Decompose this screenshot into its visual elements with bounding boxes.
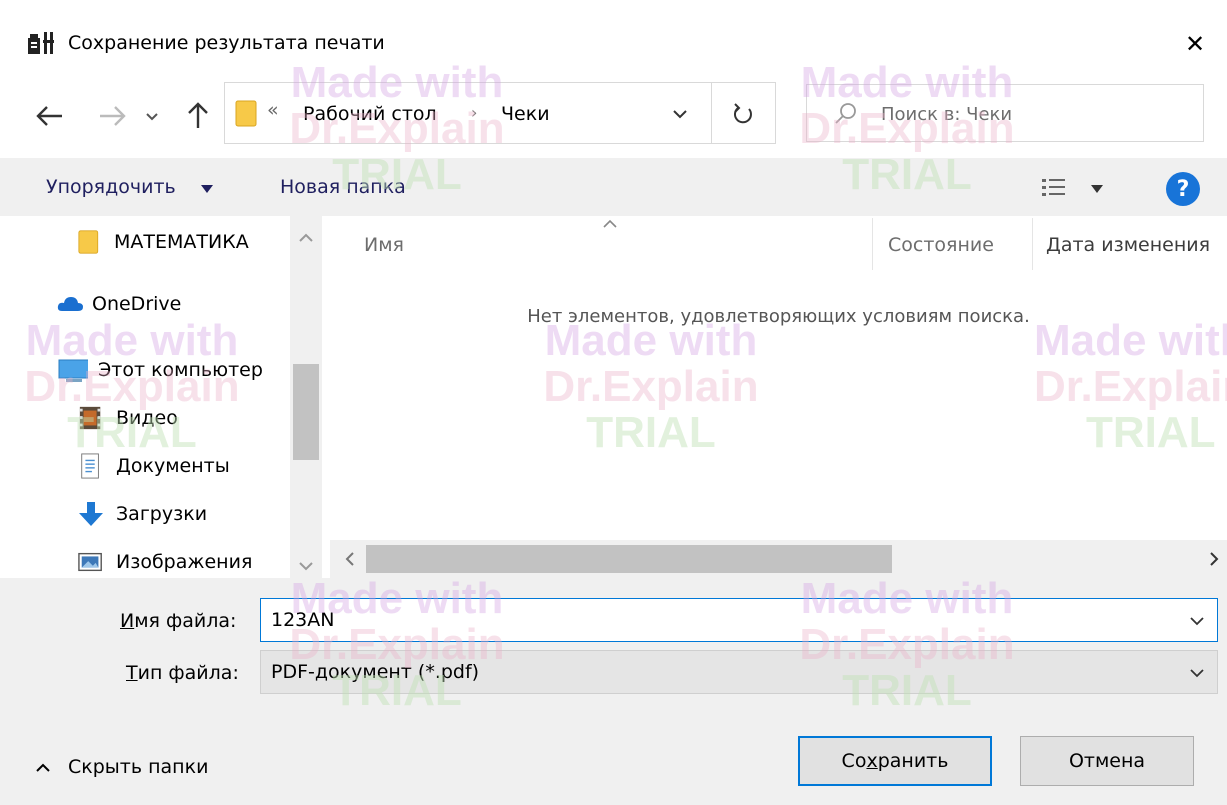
column-divider[interactable]: [1032, 218, 1033, 270]
window-title: Сохранение результата печати: [68, 32, 385, 54]
column-header-date-modified[interactable]: Дата изменения: [1046, 236, 1210, 255]
chevron-down-icon[interactable]: [1187, 611, 1207, 631]
chevron-down-icon[interactable]: [1187, 663, 1207, 683]
cancel-button[interactable]: Отмена: [1020, 736, 1194, 786]
print-tools-icon: [28, 32, 54, 54]
save-label-pre: Со: [841, 750, 867, 772]
chevron-down-icon: [146, 113, 158, 121]
up-button[interactable]: [178, 96, 218, 136]
horizontal-scrollbar-thumb[interactable]: [366, 545, 892, 573]
breadcrumb-separator[interactable]: ›: [471, 103, 477, 122]
help-icon[interactable]: ?: [1166, 172, 1200, 206]
refresh-button[interactable]: [725, 97, 761, 131]
save-label-accesskey: х: [866, 750, 878, 772]
nav-item-onedrive[interactable]: OneDrive: [56, 290, 181, 318]
nav-item-documents[interactable]: Документы: [78, 452, 230, 480]
nav-item-matematika[interactable]: МАТЕМАТИКА: [78, 228, 249, 256]
arrow-right-icon: [100, 106, 126, 126]
close-button[interactable]: ✕: [1170, 22, 1220, 66]
address-bar[interactable]: « Рабочий стол › Чеки: [224, 82, 776, 144]
folder-icon: [78, 230, 99, 254]
save-button[interactable]: Со х ранить: [798, 736, 992, 786]
search-box[interactable]: [806, 84, 1204, 142]
forward-button[interactable]: [92, 96, 132, 136]
nav-item-label: Документы: [116, 455, 230, 477]
folder-icon: [235, 100, 257, 127]
chevron-down-icon: [673, 110, 687, 119]
save-label-post: ранить: [877, 750, 949, 772]
video-icon: [79, 406, 101, 430]
filename-label-accesskey: И: [120, 610, 135, 632]
documents-icon: [81, 453, 99, 479]
arrow-left-icon: [36, 106, 62, 126]
address-divider: [711, 83, 712, 143]
column-header-name[interactable]: Имя: [364, 236, 404, 255]
filename-combobox[interactable]: [260, 598, 1218, 642]
hide-folders-button[interactable]: Скрыть папки: [34, 756, 208, 778]
arrow-up-icon: [188, 102, 208, 128]
breadcrumb-cheki[interactable]: Чеки: [501, 103, 550, 125]
caret-down-icon: [201, 185, 213, 193]
download-icon: [79, 502, 103, 526]
organize-button[interactable]: Упорядочить: [46, 178, 176, 197]
scroll-left-icon[interactable]: [340, 548, 360, 570]
navigation-scrollbar-thumb[interactable]: [293, 364, 319, 460]
nav-item-label: МАТЕМАТИКА: [114, 231, 249, 253]
hide-folders-label: Скрыть папки: [68, 756, 209, 778]
filetype-select[interactable]: PDF-документ (*.pdf): [260, 650, 1218, 694]
filename-input[interactable]: [271, 607, 1151, 633]
sort-ascending-icon: [603, 219, 617, 228]
images-icon: [78, 552, 102, 572]
scroll-up-icon[interactable]: [294, 228, 318, 248]
close-icon: ✕: [1184, 30, 1206, 58]
refresh-icon: [733, 103, 752, 124]
nav-item-label: Изображения: [116, 551, 253, 573]
scroll-down-icon[interactable]: [294, 556, 318, 576]
filetype-label: Тип файла:: [126, 664, 239, 683]
computer-icon: [58, 359, 88, 382]
nav-item-label: Видео: [116, 407, 178, 429]
filetype-label-text: ип файла:: [137, 662, 239, 684]
filename-label-text: мя файла:: [134, 610, 237, 632]
nav-item-this-pc[interactable]: Этот компьютер: [56, 356, 263, 384]
new-folder-button[interactable]: Новая папка: [280, 178, 406, 197]
recent-locations-button[interactable]: [140, 104, 164, 128]
back-button[interactable]: [30, 96, 70, 136]
nav-item-label: Загрузки: [116, 503, 208, 525]
cloud-icon: [57, 297, 83, 311]
nav-item-images[interactable]: Изображения: [78, 548, 252, 576]
address-dropdown-button[interactable]: [665, 101, 695, 127]
filetype-value: PDF-документ (*.pdf): [271, 661, 480, 683]
chevron-up-icon: [36, 763, 50, 772]
nav-item-label: OneDrive: [92, 293, 182, 315]
breadcrumb-overflow[interactable]: «: [267, 99, 279, 121]
nav-item-label: Этот компьютер: [98, 359, 263, 381]
empty-list-message: Нет элементов, удовлетворяющих условиям …: [527, 306, 1030, 327]
search-input[interactable]: [881, 100, 1191, 128]
caret-down-icon[interactable]: [1090, 184, 1104, 194]
nav-item-video[interactable]: Видео: [78, 404, 178, 432]
navigation-pane: МАТЕМАТИКА OneDrive Этот компьютер Видео…: [0, 216, 322, 578]
column-divider[interactable]: [872, 218, 873, 270]
filetype-label-accesskey: Т: [126, 662, 138, 684]
file-list[interactable]: [330, 216, 1227, 578]
search-icon: [835, 103, 856, 124]
scroll-right-icon[interactable]: [1204, 548, 1224, 570]
nav-item-downloads[interactable]: Загрузки: [74, 500, 207, 528]
column-header-state[interactable]: Состояние: [888, 236, 994, 255]
filename-label: Имя файла:: [120, 612, 236, 631]
breadcrumb-desktop[interactable]: Рабочий стол: [303, 103, 437, 125]
view-options-icon[interactable]: [1040, 176, 1070, 200]
